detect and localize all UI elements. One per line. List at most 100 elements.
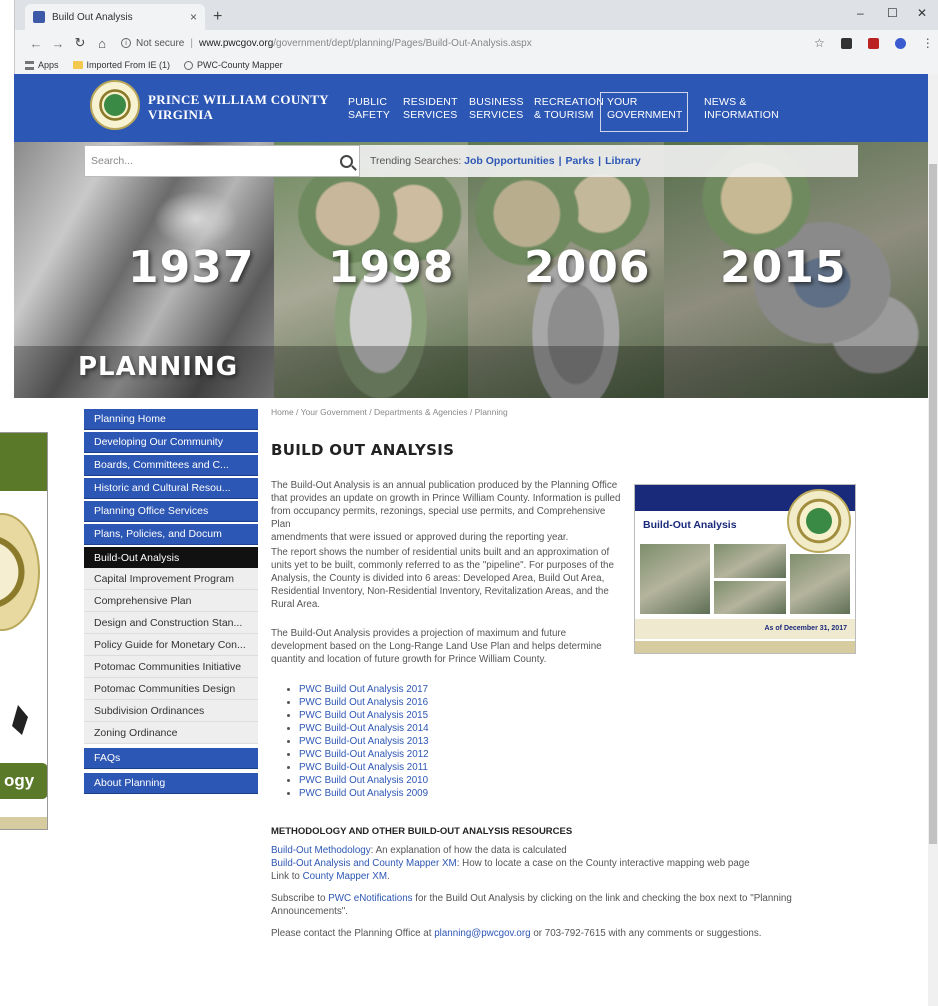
mapper-line: Build-Out Analysis and County Mapper XM:… — [271, 857, 750, 870]
trending-searches: Trending Searches: Job Opportunities | P… — [360, 145, 858, 177]
url-path: /government/dept/planning/Pages/Build-Ou… — [273, 37, 532, 49]
report-cover-date: As of December 31, 2017 — [764, 625, 848, 632]
star-icon[interactable]: ☆ — [814, 36, 825, 50]
methodology-text: : An explanation of how the data is calc… — [370, 845, 567, 856]
sidebar-item-historic-cultural[interactable]: Historic and Cultural Resou... — [84, 478, 258, 499]
nav-line: & TOURISM — [534, 109, 594, 121]
subscribe-text: for the Build Out Analysis by clicking o… — [412, 893, 792, 904]
contact-suffix: or 703-792-7615 with any comments or sug… — [530, 928, 762, 939]
contact-email-link[interactable]: planning@pwcgov.org — [434, 928, 530, 939]
search-input[interactable]: Search... — [84, 145, 360, 177]
nav-line: NEWS & — [704, 96, 747, 108]
nav-news-information[interactable]: NEWS & INFORMATION — [704, 96, 779, 122]
bookmarks-bar: Apps Imported From IE (1) PWC-County Map… — [15, 56, 938, 74]
maximize-icon[interactable]: ☐ — [887, 6, 898, 20]
report-photo — [713, 543, 787, 579]
text-line: from occupancy permits, rezonings, speci… — [271, 506, 606, 530]
reload-icon[interactable]: ↻ — [69, 35, 91, 51]
intro-paragraph: The Build-Out Analysis is an annual publ… — [271, 479, 625, 544]
mapper-guide-link[interactable]: Build-Out Analysis and County Mapper XM — [271, 858, 457, 869]
sidebar-item-plans-policies[interactable]: Plans, Policies, and Docum — [84, 524, 258, 545]
sidebar-subitem-policy-guide[interactable]: Policy Guide for Monetary Con... — [84, 634, 258, 656]
report-link[interactable]: PWC Build Out Analysis 2015 — [287, 709, 429, 722]
nav-resident-services[interactable]: RESIDENT SERVICES — [403, 96, 458, 122]
sidebar-item-boards-committees[interactable]: Boards, Committees and C... — [84, 455, 258, 476]
sidebar-item-planning-home[interactable]: Planning Home — [84, 409, 258, 430]
sidebar-item-developing-community[interactable]: Developing Our Community — [84, 432, 258, 453]
nav-business-services[interactable]: BUSINESS SERVICES — [469, 96, 524, 122]
report-link[interactable]: PWC Build-Out Analysis 2014 — [287, 722, 429, 735]
home-icon[interactable]: ⌂ — [91, 36, 113, 51]
county-mapper-link[interactable]: County Mapper XM — [303, 871, 387, 882]
sidebar-subitem-design-construction[interactable]: Design and Construction Stan... — [84, 612, 258, 634]
search-icon[interactable] — [340, 154, 353, 168]
sidebar-subitem-zoning[interactable]: Zoning Ordinance — [84, 722, 258, 744]
not-secure-label: Not secure — [136, 37, 185, 49]
report-link[interactable]: PWC Build-Out Analysis 2013 — [287, 735, 429, 748]
sidebar-item-office-services[interactable]: Planning Office Services — [84, 501, 258, 522]
county-name[interactable]: PRINCE WILLIAM COUNTY VIRGINIA — [148, 92, 329, 122]
pdf-extension-icon[interactable] — [867, 37, 879, 49]
trending-link-jobs[interactable]: Job Opportunities — [464, 155, 554, 167]
hero-year-2006: 2006 — [524, 242, 651, 293]
tab-close-icon[interactable]: × — [190, 10, 197, 24]
nav-public-safety[interactable]: PUBLIC SAFETY — [348, 96, 390, 122]
text-line: amendments that were issued or approved … — [271, 532, 569, 543]
trending-link-parks[interactable]: Parks — [566, 155, 595, 167]
report-link[interactable]: PWC Build Out Analysis 2016 — [287, 696, 429, 709]
report-link[interactable]: PWC Build Out Analysis 2017 — [287, 683, 429, 696]
back-icon[interactable]: ← — [25, 36, 47, 51]
breadcrumb[interactable]: Home / Your Government / Departments & A… — [271, 407, 857, 417]
county-mapper-line: Link to County Mapper XM. — [271, 870, 390, 883]
report-cover-image[interactable]: Build-Out Analysis As of December 31, 20… — [634, 484, 856, 654]
overlapping-document-card: ogy — [0, 432, 48, 830]
sidebar-item-about-planning[interactable]: About Planning — [84, 773, 258, 794]
report-link[interactable]: PWC Build Out Analysis 2009 — [287, 787, 429, 800]
profile-icon[interactable] — [894, 37, 906, 49]
nav-recreation-tourism[interactable]: RECREATION & TOURISM — [534, 96, 604, 122]
projection-paragraph: The Build-Out Analysis provides a projec… — [271, 627, 625, 666]
info-icon[interactable]: i — [121, 38, 131, 48]
forward-icon[interactable]: → — [47, 36, 69, 51]
report-link[interactable]: PWC Build-Out Analysis 2012 — [287, 748, 429, 761]
contact-line: Please contact the Planning Office at pl… — [271, 927, 762, 940]
close-window-icon[interactable]: ✕ — [917, 6, 927, 20]
trending-link-library[interactable]: Library — [605, 155, 641, 167]
sidebar-subitem-cip[interactable]: Capital Improvement Program — [84, 568, 258, 590]
sidebar-subitem-potomac-initiative[interactable]: Potomac Communities Initiative — [84, 656, 258, 678]
nav-your-government[interactable]: YOUR GOVERNMENT — [600, 92, 688, 132]
nav-line: YOUR — [607, 96, 638, 108]
report-link[interactable]: PWC Build Out Analysis 2010 — [287, 774, 429, 787]
bookmark-county-mapper[interactable]: PWC-County Mapper — [184, 60, 283, 70]
bookmark-label: PWC-County Mapper — [197, 60, 283, 70]
report-link[interactable]: PWC Build-Out Analysis 2011 — [287, 761, 429, 774]
scrollbar-thumb[interactable] — [929, 164, 937, 844]
bookmark-imported[interactable]: Imported From IE (1) — [72, 60, 170, 70]
county-seal-icon[interactable] — [90, 80, 140, 130]
new-tab-button[interactable]: + — [213, 8, 222, 26]
minimize-icon[interactable]: – — [857, 6, 864, 20]
methodology-link[interactable]: Build-Out Methodology — [271, 845, 371, 856]
trending-label: Trending Searches: — [370, 155, 462, 167]
sidebar-item-build-out-analysis[interactable]: Build-Out Analysis — [84, 547, 258, 568]
page-scrollbar[interactable] — [928, 74, 938, 1006]
enotifications-link[interactable]: PWC eNotifications — [328, 893, 412, 904]
sidebar-subitem-comprehensive-plan[interactable]: Comprehensive Plan — [84, 590, 258, 612]
text-line: Analysis, the County is divided into 6 a… — [271, 573, 605, 584]
nav-line: INFORMATION — [704, 109, 779, 121]
globe-icon — [184, 60, 194, 70]
menu-icon[interactable]: ⋮ — [922, 36, 934, 50]
sidebar-subitem-potomac-design[interactable]: Potomac Communities Design — [84, 678, 258, 700]
sidebar-item-faqs[interactable]: FAQs — [84, 748, 258, 769]
extension-icon[interactable] — [840, 37, 852, 49]
folder-icon — [72, 61, 83, 69]
sidebar-subitem-subdivision[interactable]: Subdivision Ordinances — [84, 700, 258, 722]
text-line: The report shows the number of residenti… — [271, 547, 610, 558]
address-bar[interactable]: i Not secure | www.pwcgov.org /governmen… — [121, 33, 821, 53]
nav-line: SERVICES — [469, 109, 524, 121]
county-mapper-suffix: . — [387, 871, 390, 882]
hero-year-2015: 2015 — [720, 242, 847, 293]
county-name-line1: PRINCE WILLIAM COUNTY — [148, 92, 329, 107]
browser-tab[interactable]: Build Out Analysis × — [25, 4, 205, 30]
bookmark-apps[interactable]: Apps — [25, 60, 59, 70]
